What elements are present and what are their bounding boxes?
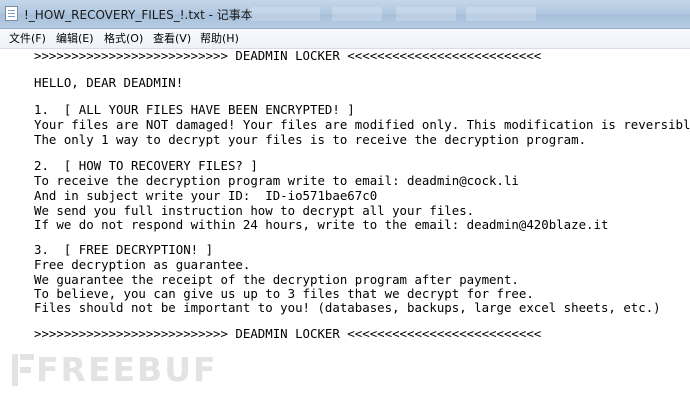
document-line: To believe, you can give us up to 3 file… — [34, 286, 534, 301]
title-bar-background-item — [332, 7, 382, 21]
menu-file[interactable]: 文件(F) — [7, 31, 48, 46]
watermark-text: FREEBUF — [36, 350, 218, 389]
document-line: If we do not respond within 24 hours, wr… — [34, 217, 609, 232]
document-line: HELLO, DEAR DEADMIN! — [34, 75, 184, 90]
document-line: We send you full instruction how to decr… — [34, 203, 475, 218]
document-line: And in subject write your ID: ID-io571ba… — [34, 188, 378, 203]
document-line: Free decryption as guarantee. — [34, 257, 251, 272]
document-line: We guarantee the receipt of the decrypti… — [34, 272, 519, 287]
title-bar[interactable]: !_HOW_RECOVERY_FILES_!.txt - 记事本 — [0, 0, 690, 29]
freebuf-watermark: FREEBUF — [12, 350, 222, 394]
menu-bar: 文件(F) 编辑(E) 格式(O) 查看(V) 帮助(H) — [0, 29, 690, 49]
document-line: 3. [ FREE DECRYPTION! ] — [34, 242, 214, 257]
menu-view[interactable]: 查看(V) — [151, 31, 193, 46]
menu-format[interactable]: 格式(O) — [102, 31, 145, 46]
document-line: >>>>>>>>>>>>>>>>>>>>>>>>>> DEADMIN LOCKE… — [34, 48, 542, 63]
document-line: 1. [ ALL YOUR FILES HAVE BEEN ENCRYPTED!… — [34, 102, 355, 117]
document-line: >>>>>>>>>>>>>>>>>>>>>>>>>> DEADMIN LOCKE… — [34, 326, 542, 341]
menu-help[interactable]: 帮助(H) — [198, 31, 241, 46]
notepad-window: !_HOW_RECOVERY_FILES_!.txt - 记事本 文件(F) 编… — [0, 0, 690, 400]
title-bar-background-item — [396, 7, 456, 21]
document-line: Your files are NOT damaged! Your files a… — [34, 117, 690, 132]
menu-edit[interactable]: 编辑(E) — [54, 31, 96, 46]
document-line: Files should not be important to you! (d… — [34, 300, 661, 315]
title-bar-background-item — [250, 7, 320, 21]
window-title: !_HOW_RECOVERY_FILES_!.txt - 记事本 — [24, 8, 253, 22]
document-line: To receive the decryption program write … — [34, 173, 519, 188]
text-editor-area[interactable]: >>>>>>>>>>>>>>>>>>>>>>>>>> DEADMIN LOCKE… — [0, 48, 690, 400]
document-line: 2. [ HOW TO RECOVERY FILES? ] — [34, 158, 258, 173]
document-line: The only 1 way to decrypt your files is … — [34, 132, 587, 147]
title-bar-background-item — [466, 7, 536, 21]
freebuf-logo-icon — [12, 354, 34, 386]
notepad-icon[interactable] — [5, 6, 18, 21]
